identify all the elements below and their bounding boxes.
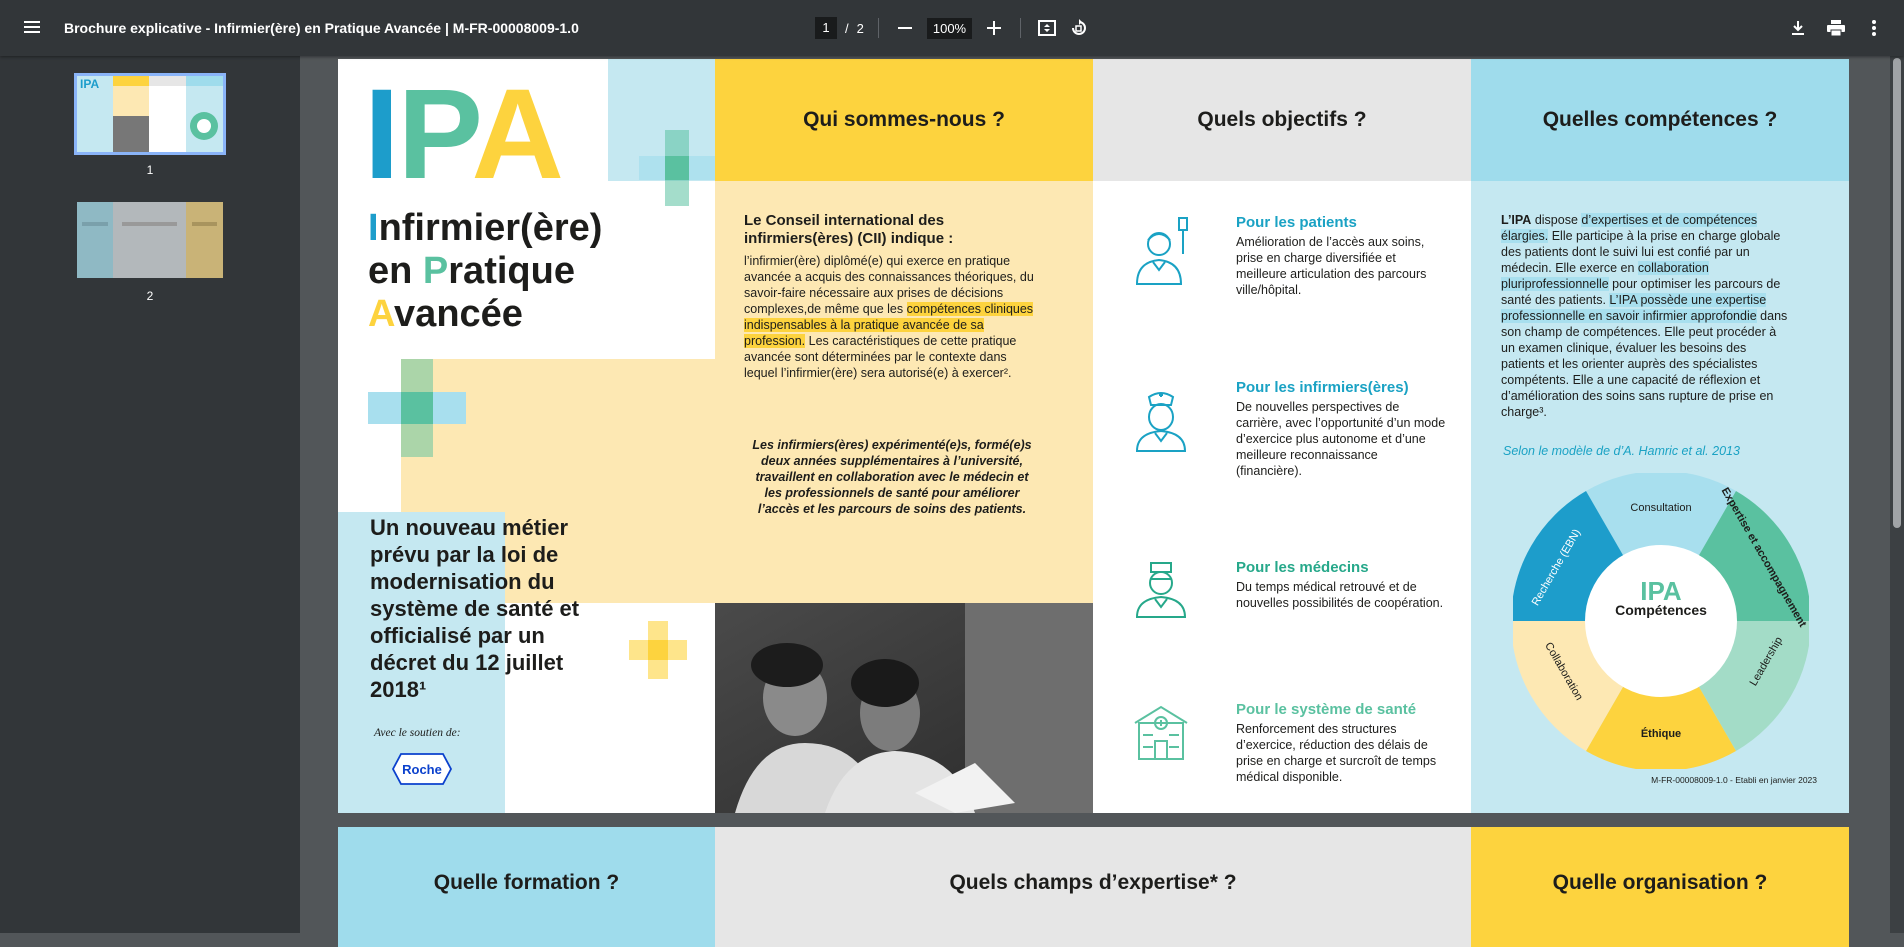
new-job-statement: Un nouveau métier prévu par la loi de mo… (370, 515, 580, 702)
thumbnail-page-number: 1 (146, 163, 154, 177)
objective-title: Pour les patients (1236, 214, 1357, 231)
nurses-photo (715, 603, 1093, 813)
plus-cross-icon (368, 359, 466, 457)
nurse-icon (1135, 392, 1187, 452)
thumbnail-page-number: 2 (146, 289, 154, 303)
column-who-are-we: Qui sommes-nous ? Le Conseil internation… (629, 59, 1093, 813)
thumbnail-image: IPA (74, 73, 226, 155)
column-skills: Quelles compétences ? L’IPA dispose d’ex… (1471, 59, 1849, 813)
objective-title: Pour les infirmiers(ères) (1236, 379, 1409, 396)
document-scrollbar[interactable] (1890, 56, 1904, 933)
more-icon[interactable] (1862, 16, 1886, 40)
header-band: Quelle organisation ? (1471, 827, 1849, 947)
pdf-page-2: Quelle formation ? Quels champs d’expert… (338, 827, 1849, 947)
roche-logo: Roche (391, 753, 453, 785)
svg-text:Consultation: Consultation (1630, 502, 1691, 514)
zoom-level-input[interactable]: 100% (926, 17, 973, 39)
hospital-icon (1134, 705, 1188, 760)
toolbar-divider (1020, 18, 1022, 38)
thumbnail-sidebar: IPA 1 2 (0, 56, 300, 933)
thumbnail-image (74, 199, 226, 281)
model-caption: Selon le modèle de d’A. Hamric et al. 20… (1503, 444, 1740, 458)
section-header: Quelle formation ? (433, 871, 620, 894)
total-pages: 2 (856, 20, 864, 36)
section-header: Quelles compétences ? (1542, 108, 1778, 131)
zoom-out-icon[interactable] (893, 16, 917, 40)
objective-text: Du temps médical retrouvé et de nouvelle… (1236, 580, 1444, 610)
pdf-toolbar: Brochure explicative - Infirmier(ère) en… (0, 0, 1904, 56)
doctor-icon (1135, 562, 1187, 618)
cii-title: Le Conseil international des infirmiers(… (744, 212, 954, 247)
main-title: Infirmier(ère) en Pratique Avancée (368, 207, 603, 335)
rotate-icon[interactable] (1067, 16, 1091, 40)
toolbar-divider (877, 18, 879, 38)
competences-wheel: Consultation Expertise et accompagnement… (1513, 473, 1809, 769)
objective-title: Pour les médecins (1236, 559, 1369, 576)
header-band: Quels champs d’expertise* ? (715, 827, 1471, 947)
scrollbar-thumb[interactable] (1893, 58, 1901, 528)
objective-text: Renforcement des structures d’exercice, … (1236, 722, 1437, 784)
section-header: Qui sommes-nous ? (803, 108, 1005, 131)
ipa-logo: IPA (364, 63, 564, 206)
download-icon[interactable] (1786, 16, 1810, 40)
header-band: Quelle formation ? (338, 827, 715, 947)
support-label: Avec le soutien de: (374, 727, 461, 739)
page-separator: / (845, 20, 849, 36)
section-header: Quelle organisation ? (1552, 871, 1768, 894)
document-reference: M-FR-00008009-1.0 - Etabli en janvier 20… (1651, 775, 1817, 785)
toolbar-actions (1786, 16, 1886, 40)
section-header: Quels objectifs ? (1197, 108, 1367, 131)
objective-text: Amélioration de l’accès aux soins, prise… (1236, 235, 1427, 297)
thumbnail-page-2[interactable]: 2 (74, 199, 226, 303)
section-header: Quels champs d’expertise* ? (949, 871, 1237, 894)
quote-text: Les infirmiers(ères) expérimenté(e)s, fo… (752, 438, 1032, 516)
menu-icon[interactable] (22, 18, 42, 38)
zoom-in-icon[interactable] (982, 16, 1006, 40)
fit-page-icon[interactable] (1035, 16, 1059, 40)
plus-cross-icon (629, 621, 687, 679)
page-number-input[interactable]: 1 (815, 17, 837, 39)
cii-definition: Le Conseil international des infirmiers(… (744, 212, 1034, 380)
column-objectives: Quels objectifs ? Pour les patients Amél… (1093, 59, 1471, 813)
skills-description: L’IPA dispose d’expertises et de compéte… (1501, 213, 1788, 419)
wheel-center-ipa: IPA (1640, 576, 1682, 606)
svg-text:Éthique: Éthique (1641, 727, 1681, 740)
column-intro: IPA Infirmier(ère) en Pratique Avancée U… (338, 59, 715, 813)
objective-title: Pour le système de santé (1236, 701, 1417, 718)
thumbnail-page-1[interactable]: IPA 1 (74, 73, 226, 177)
pdf-page-1: IPA Infirmier(ère) en Pratique Avancée U… (338, 59, 1849, 813)
svg-text:Roche: Roche (402, 762, 442, 777)
plus-cross-icon (639, 130, 715, 206)
svg-text:IPA: IPA (80, 77, 99, 91)
document-title: Brochure explicative - Infirmier(ère) en… (64, 20, 579, 36)
objective-text: De nouvelles perspectives de carrière, a… (1236, 400, 1446, 478)
page-controls: 1 / 2 100% (815, 16, 1091, 40)
print-icon[interactable] (1824, 16, 1848, 40)
patient-icon (1135, 217, 1188, 285)
